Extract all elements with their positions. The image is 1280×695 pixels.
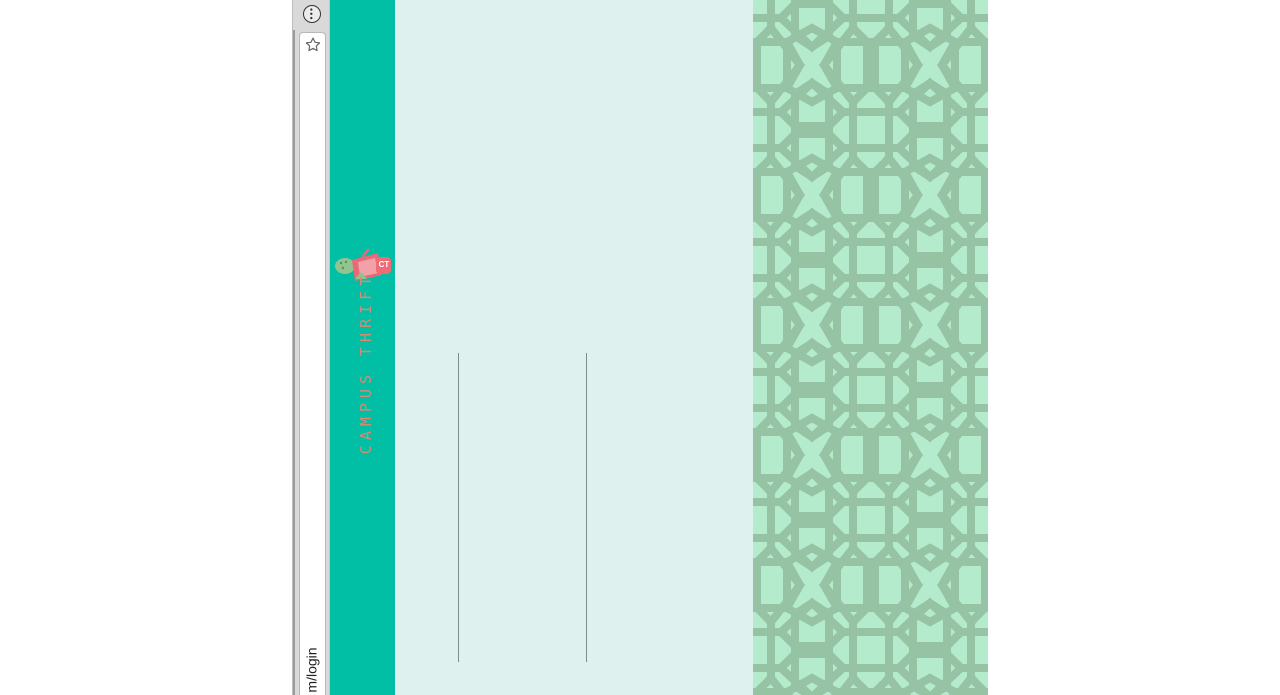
browser-border-line <box>293 30 295 695</box>
menu-dots: ••• <box>307 7 316 21</box>
content-divider-right <box>586 353 587 662</box>
screen: ••• m/login CT CAMPUS THRIFT <box>0 0 1280 695</box>
star-icon-svg <box>305 37 321 52</box>
address-bar[interactable] <box>299 32 326 695</box>
login-content-panel <box>395 0 753 695</box>
geometric-pattern-svg <box>753 0 988 695</box>
campus-thrift-logo[interactable]: CT <box>333 248 393 284</box>
star-icon[interactable] <box>303 35 323 55</box>
decorative-pattern-panel <box>753 0 988 695</box>
content-divider-left <box>458 353 459 662</box>
logo-badge-text: CT <box>378 260 390 269</box>
menu-icon[interactable]: ••• <box>303 5 321 23</box>
site-header <box>330 0 395 695</box>
